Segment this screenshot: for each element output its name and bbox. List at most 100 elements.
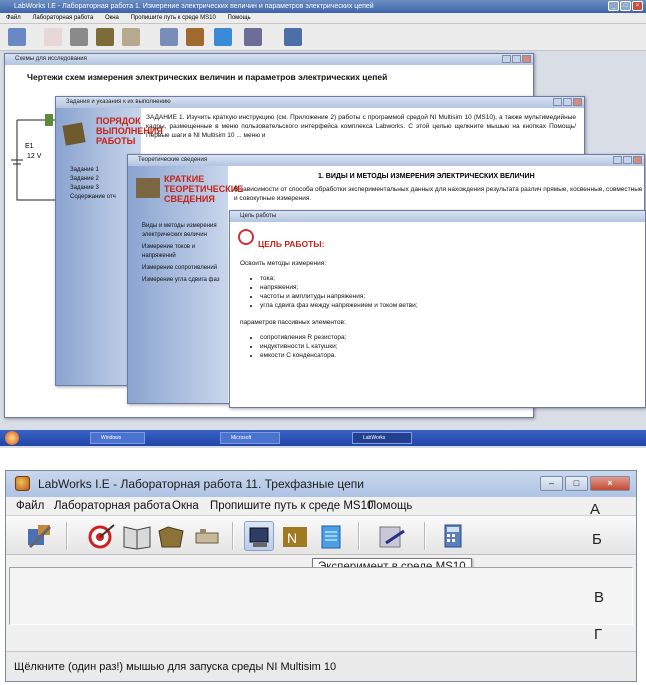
goal-button[interactable] <box>86 521 116 551</box>
main-menubar: Файл Лабораторная работа Окна Пропишите … <box>0 13 646 23</box>
instrument-icon[interactable] <box>122 28 140 46</box>
target-icon <box>88 524 115 549</box>
menu-windows[interactable]: Окна <box>172 497 199 515</box>
start-button[interactable] <box>5 431 19 445</box>
minimize-icon[interactable] <box>553 98 562 106</box>
folder-icon[interactable] <box>96 28 114 46</box>
menu-file[interactable]: Файл <box>16 497 44 515</box>
top-screenshot: LabWorks I.E - Лабораторная работа 1. Из… <box>0 0 646 448</box>
book-icon <box>123 526 151 550</box>
maximize-button[interactable]: □ <box>565 476 588 491</box>
folder-icon <box>158 526 184 548</box>
menu-help[interactable]: Помощь <box>228 15 251 21</box>
menu-ms10-path[interactable]: Пропишите путь к среде MS10 <box>131 15 216 21</box>
report-button[interactable] <box>316 521 346 551</box>
minimize-icon[interactable] <box>502 55 511 63</box>
tasks-button[interactable] <box>156 521 186 551</box>
menu-windows[interactable]: Окна <box>105 15 119 21</box>
taskbar-button[interactable]: Microsoft <box>220 432 280 444</box>
theory-window-title: Теоретические сведения <box>138 157 208 163</box>
target-icon[interactable] <box>44 28 62 46</box>
tasks-body: ЗАДАНИЕ 1. Изучить краткую инструкцию (с… <box>146 114 576 139</box>
menu-lab-work[interactable]: Лабораторная работа <box>32 15 93 21</box>
app-menubar: Файл Лабораторная работа Окна Пропишите … <box>6 497 636 515</box>
goal-item: емкости С конденсатора. <box>260 351 640 360</box>
close-icon[interactable] <box>573 98 582 106</box>
maximize-icon[interactable] <box>623 156 632 164</box>
schemes-button[interactable] <box>192 521 222 551</box>
book-icon <box>136 178 160 198</box>
maximize-icon[interactable] <box>563 98 572 106</box>
multisim-icon[interactable] <box>186 28 204 46</box>
minimize-button[interactable]: _ <box>608 1 619 11</box>
toolbar-separator <box>66 522 68 550</box>
menu-file[interactable]: Файл <box>6 15 21 21</box>
minimize-button[interactable]: – <box>540 476 563 491</box>
calculator-icon <box>444 524 462 548</box>
theory-side-title: КРАТКИЕ ТЕОРЕТИЧЕСКИЕ СВЕДЕНИЯ <box>164 174 244 204</box>
goal-item: тока; <box>260 274 640 283</box>
pen-button[interactable] <box>376 521 406 551</box>
calculator-icon[interactable] <box>284 28 302 46</box>
task-item[interactable]: Задание 1 <box>70 166 116 175</box>
close-button[interactable]: × <box>632 1 643 11</box>
tools-button[interactable] <box>24 521 54 551</box>
tools-icon <box>28 525 52 549</box>
main-window-title: LabWorks I.E - Лабораторная работа 1. Из… <box>14 3 374 10</box>
close-button[interactable]: × <box>590 476 630 491</box>
menu-help[interactable]: Помощь <box>368 497 412 515</box>
goal-intro: Освоить методы измерения: <box>240 260 327 267</box>
menu-lab-work[interactable]: Лабораторная работа <box>54 497 171 515</box>
theory-window-titlebar: Теоретические сведения <box>128 155 644 166</box>
theory-button[interactable] <box>122 521 152 551</box>
theory-item[interactable]: Измерение сопротивлений <box>142 264 226 273</box>
toolbar-separator <box>232 522 234 550</box>
app-toolbar: N <box>6 515 636 555</box>
folder-icon <box>62 122 86 146</box>
menu-ms10-path[interactable]: Пропишите путь к среде MS10 <box>210 497 373 515</box>
theory-item[interactable]: Измерение токов и напряжений <box>142 243 226 261</box>
pen-icon[interactable] <box>244 28 262 46</box>
taskbar-button[interactable]: Windows <box>90 432 145 444</box>
toolbar-separator <box>424 522 426 550</box>
goal-item: угла сдвига фаз между напряжением и токо… <box>260 301 640 310</box>
pen-icon <box>379 526 405 548</box>
computer-button[interactable] <box>244 521 274 551</box>
calculator-button[interactable] <box>438 521 468 551</box>
tasks-window-title: Задания и указания к их выполнению <box>66 99 171 105</box>
app-icon <box>15 476 30 491</box>
multisim-icon: N <box>283 527 307 547</box>
annotation-letter-g: Г <box>594 626 603 643</box>
computer-icon[interactable] <box>160 28 178 46</box>
bottom-screenshot: LabWorks I.E - Лабораторная работа 11. Т… <box>5 470 637 682</box>
goal-window-title: Цель работы <box>240 213 277 219</box>
tools-icon[interactable] <box>8 28 26 46</box>
task-item[interactable]: Задание 3 <box>70 184 116 193</box>
annotation-letter-a: А <box>590 501 601 518</box>
source-label: E1 <box>25 143 34 150</box>
task-item[interactable]: Содержание отч <box>70 193 116 202</box>
target-icon <box>238 229 254 245</box>
goal-body: Освоить методы измерения: тока; напряжен… <box>240 259 640 360</box>
maximize-button[interactable]: □ <box>620 1 631 11</box>
close-icon[interactable] <box>522 55 531 63</box>
book-icon[interactable] <box>70 28 88 46</box>
windows-taskbar: Windows Microsoft LabWorks <box>0 430 646 446</box>
goal-item: напряжения; <box>260 283 640 292</box>
tasks-window-titlebar: Задания и указания к их выполнению <box>56 97 584 108</box>
goal-window-titlebar: Цель работы <box>230 211 645 222</box>
theory-item[interactable]: Измерение угла сдвига фаз <box>142 276 226 285</box>
theory-item[interactable]: Виды и методы измерения электрических ве… <box>142 222 226 240</box>
multisim-experiment-button[interactable]: N <box>280 521 310 551</box>
taskbar-button-active[interactable]: LabWorks <box>352 432 412 444</box>
voltage-label: 12 V <box>27 153 42 160</box>
mdi-workspace <box>9 567 633 625</box>
maximize-icon[interactable] <box>512 55 521 63</box>
notepad-icon[interactable] <box>214 28 232 46</box>
task-item[interactable]: Задание 2 <box>70 175 116 184</box>
close-icon[interactable] <box>633 156 642 164</box>
minimize-icon[interactable] <box>613 156 622 164</box>
tasks-list: Задание 1 Задание 2 Задание 3 Содержание… <box>70 166 116 202</box>
notepad-icon <box>321 525 341 549</box>
app-titlebar: LabWorks I.E - Лабораторная работа 11. Т… <box>6 471 636 497</box>
